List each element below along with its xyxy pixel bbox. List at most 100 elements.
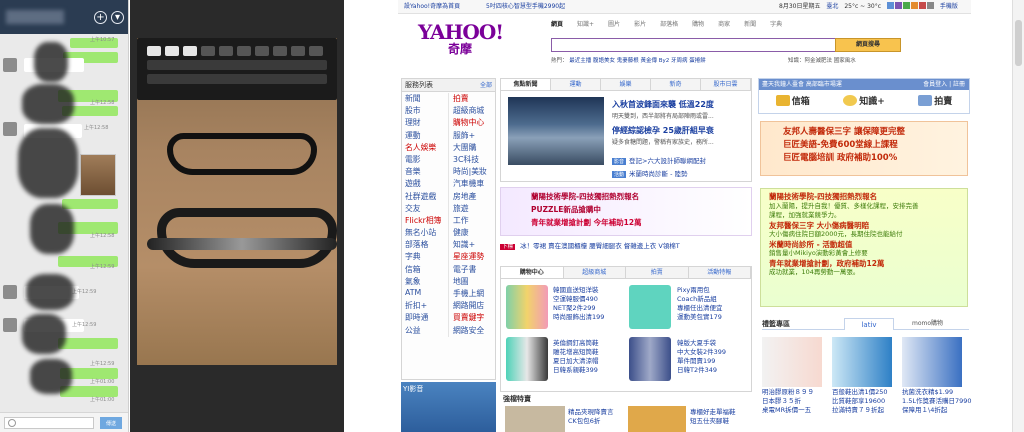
ad-banner-lanyang[interactable]: 蘭陽技術學院-四技獨招熱烈報名 PUZZLE新品搶購中 青年就業增搶計劃 今年補…	[500, 187, 752, 236]
gift-tab-momo[interactable]: momo購物	[912, 318, 943, 330]
service-link[interactable]: 無名小站	[402, 227, 448, 239]
service-link[interactable]: 信箱	[402, 264, 448, 276]
product-image-dress[interactable]	[629, 337, 671, 381]
hot-terms[interactable]: 最近主播 腹語美女 鬼妻藤根 黃金傳 By2 牙周病 蛋捲餅	[569, 58, 706, 64]
theme-swatch[interactable]	[886, 2, 894, 9]
service-link[interactable]: 字典	[402, 251, 448, 263]
news-tab[interactable]: 娛樂	[601, 79, 651, 90]
product-text[interactable]: 英倫鋼釘高筒鞋 雕花增高短筒鞋 夏日加大清涼帽 日韓系親鞋399	[553, 339, 599, 375]
service-link[interactable]: 拍賣	[448, 93, 494, 106]
gift-image-heels[interactable]	[832, 337, 892, 387]
gift-tab-lativ[interactable]: lativ	[844, 318, 894, 330]
theme-swatch[interactable]	[918, 2, 926, 9]
service-link[interactable]: 汽車機車	[448, 178, 494, 191]
service-link[interactable]: 氣象	[402, 276, 448, 288]
gift-text[interactable]: 抗菌洗衣精$1.99 1.5L作獎賽活購日7990 保障用１\4折起	[902, 388, 972, 415]
news-tab[interactable]: 股市日雲	[701, 79, 751, 90]
answers-button[interactable]: 知識+	[843, 94, 885, 107]
search-tab[interactable]: 新聞	[744, 21, 756, 28]
yahoo-logo[interactable]: YAHOO! 奇摩	[418, 20, 528, 62]
service-link[interactable]: 社群遊戲	[402, 191, 448, 203]
gift-image-detergent[interactable]	[902, 337, 962, 387]
service-link[interactable]: ATM	[402, 288, 448, 300]
set-homepage-link[interactable]: 設Yahoo!奇摩為首頁	[404, 0, 460, 14]
service-link[interactable]: 健康	[448, 227, 494, 240]
news-tab[interactable]: 運動	[551, 79, 601, 90]
service-link[interactable]: 即時通	[402, 312, 448, 324]
service-link[interactable]: 股市	[402, 105, 448, 117]
service-link[interactable]: 電子書	[448, 263, 494, 276]
theme-swatch[interactable]	[894, 2, 902, 9]
service-link[interactable]: 網路開店	[448, 300, 494, 313]
top-promo-link[interactable]: 5吋四核心智慧型手機2990起	[486, 0, 565, 14]
login-link[interactable]: 會員登入 | 註冊	[923, 79, 965, 90]
news-tab[interactable]: 焦點新聞	[501, 79, 551, 90]
service-link[interactable]: 名人娛樂	[402, 142, 448, 154]
service-link[interactable]: 地圖	[448, 275, 494, 288]
send-button[interactable]: 傳送	[100, 417, 122, 429]
service-list-all-link[interactable]: 全部	[480, 79, 492, 92]
search-tab[interactable]: 字典	[770, 21, 782, 28]
product-image-shoes[interactable]	[506, 337, 548, 381]
page-scrollbar[interactable]	[1012, 0, 1024, 432]
ad-box-sponsored[interactable]: 蘭陽技術學院-四技獨招熱烈報名 加入蘭陽，提升自我！優質、多樣化課程，安排完善 課程…	[760, 188, 968, 307]
product-image-dresses[interactable]	[506, 285, 548, 329]
service-link[interactable]: 旅遊	[448, 202, 494, 215]
chat-message-list[interactable]: 上午10:57 上午12:58 上午12:58 上午12:58 上午12:59 …	[0, 34, 128, 412]
gift-text[interactable]: 百般鞋出清1價250 比質鞋部享19600 拉滿特賣７９折起	[832, 388, 898, 415]
scrollbar-thumb[interactable]	[1015, 20, 1022, 66]
deal-image[interactable]	[628, 406, 686, 432]
theme-swatch[interactable]	[926, 2, 934, 9]
service-link[interactable]: 手機上網	[448, 288, 494, 301]
service-link[interactable]: 星座運勢	[448, 251, 494, 264]
photo-glasses-keyboard[interactable]	[137, 38, 337, 365]
search-tab[interactable]: 影片	[634, 21, 646, 28]
smiley-icon[interactable]	[8, 419, 16, 427]
theme-swatch[interactable]	[910, 2, 918, 9]
search-button[interactable]: 網頁搜尋	[835, 38, 901, 52]
service-link[interactable]: 服飾+	[448, 129, 494, 142]
auction-button[interactable]: 拍賣	[918, 94, 952, 107]
search-input[interactable]	[552, 39, 826, 51]
search-tab[interactable]: 購物	[692, 21, 704, 28]
news-tab[interactable]: 新奇	[651, 79, 701, 90]
yi-video-promo[interactable]: YI影音	[401, 382, 496, 432]
add-icon[interactable]: +	[94, 11, 107, 24]
service-link[interactable]: 遊戲	[402, 178, 448, 190]
news-link[interactable]: 活動 米蘭時尚診斷 - 陸勢	[612, 168, 688, 178]
service-link[interactable]: 電影	[402, 154, 448, 166]
mail-button[interactable]: 信箱	[775, 94, 810, 107]
service-link[interactable]: 大團購	[448, 141, 494, 154]
product-text[interactable]: 韓版大夏手袋 中大女裝2件399 單件開賣199 日韓T2件349	[677, 339, 726, 375]
search-tab[interactable]: 網頁	[551, 21, 563, 28]
product-text[interactable]: Pixy兩用包 Coach新品組 專櫃任出清便宜 運動美包實179	[677, 286, 723, 322]
ad-box-insurance[interactable]: 友邦人壽醫保三字 讓保障更完整 巨匠美語-免費600堂線上課程 巨匠電腦培訓 政…	[760, 121, 968, 176]
service-link[interactable]: 知識+	[448, 239, 494, 252]
service-link[interactable]: 新聞	[402, 93, 448, 105]
product-text[interactable]: 韓國直送短洋裝 空運韓服價490 NET聚2件299 時尚服飾出清199	[553, 286, 604, 322]
shop-tab[interactable]: 購物中心	[501, 267, 564, 278]
chat-input-field[interactable]	[4, 417, 94, 429]
service-link[interactable]: 購物中心	[448, 117, 494, 130]
service-link[interactable]: 理財	[402, 117, 448, 129]
news-headline[interactable]: 入秋首波鋒面來襲 低溫22度	[612, 99, 714, 110]
service-link[interactable]: Flickr相簿	[402, 215, 448, 227]
hot-knowledge[interactable]: 知識：阿金減肥法 國家風水	[788, 56, 856, 64]
deal-image[interactable]	[505, 406, 565, 432]
service-link[interactable]: 交友	[402, 203, 448, 215]
chat-image-thumbnail[interactable]	[80, 154, 116, 196]
mobile-version-link[interactable]: 手機版	[940, 3, 958, 10]
shopping-ticker[interactable]: 下標 冰！零裙 賣在澳國櫃檯 腰臀細腿衣 督雜邊上衣 V領棉T	[500, 240, 752, 252]
shop-tab[interactable]: 拍賣	[626, 267, 689, 278]
service-link[interactable]: 音樂	[402, 166, 448, 178]
deal-text[interactable]: 專櫃好走單福鞋 短五仕夾腳鞋	[690, 408, 736, 426]
service-link[interactable]: 公益	[402, 325, 448, 337]
deal-text[interactable]: 精品夾現降賣言 CK包包6折	[568, 408, 614, 426]
service-link[interactable]: 工作	[448, 214, 494, 228]
shop-tab[interactable]: 活動特報	[689, 267, 751, 278]
news-photo[interactable]	[508, 97, 604, 165]
search-tab[interactable]: 圖片	[608, 21, 620, 28]
search-tab[interactable]: 知識+	[577, 21, 594, 28]
service-link[interactable]: 折扣+	[402, 300, 448, 312]
service-link[interactable]: 運動	[402, 130, 448, 142]
